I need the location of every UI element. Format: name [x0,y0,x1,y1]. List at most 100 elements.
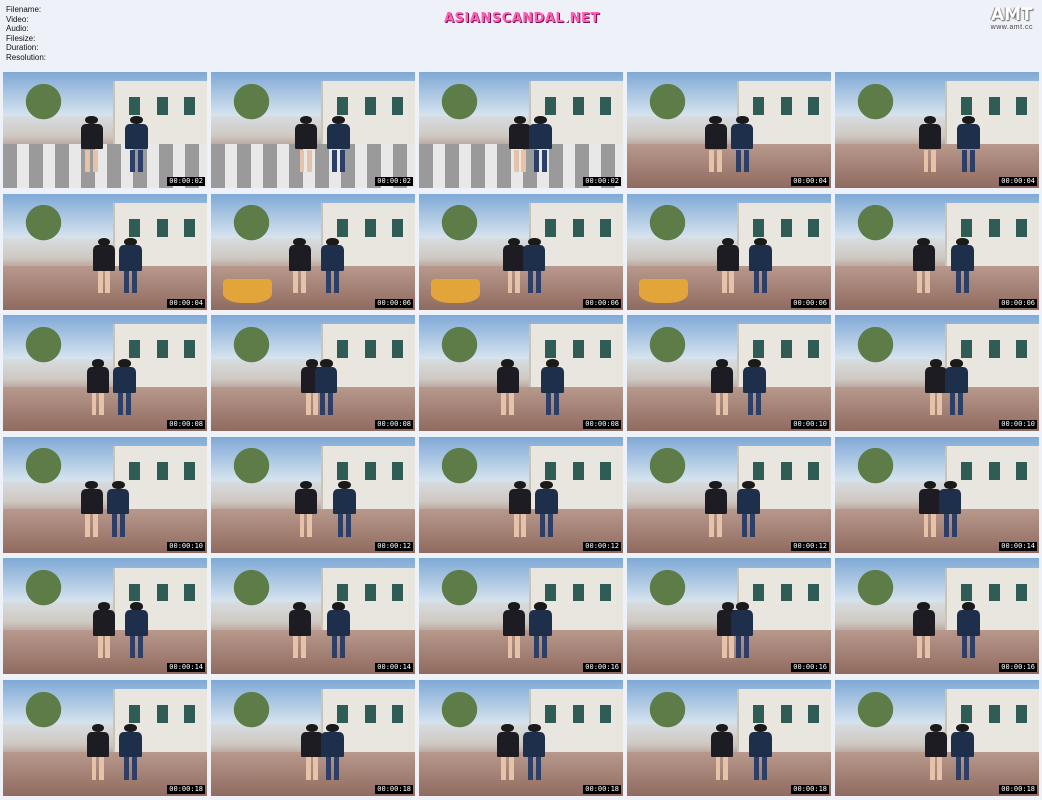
video-thumbnail[interactable]: 00:00:02 [3,72,207,188]
thumbnail-person [957,116,980,172]
timestamp-label: 00:00:06 [583,298,621,308]
resolution-label: Resolution: [6,52,47,62]
thumbnail-person [508,480,532,537]
thumbnail-person [918,480,942,537]
thumbnail-person [951,237,974,294]
video-thumbnail[interactable]: 00:00:18 [627,679,831,796]
timestamp-label: 00:00:10 [999,420,1037,430]
thumbnail-person [704,480,727,537]
thumbnail-person [523,237,546,294]
thumbnail-person [496,359,519,415]
timestamp-label: 00:00:14 [999,541,1037,551]
thumbnail-tree [639,326,697,371]
thumbnail-tree [223,569,281,615]
filesize-label: Filesize: [6,33,36,43]
video-thumbnail[interactable]: 00:00:18 [3,679,207,796]
thumbnail-person [502,602,526,659]
timestamp-label: 00:00:12 [791,541,829,551]
thumbnail-person [288,237,311,294]
video-thumbnail[interactable]: 00:00:10 [3,436,207,553]
video-thumbnail[interactable]: 00:00:16 [627,558,831,675]
thumbnail-tree [15,569,73,615]
thumbnail-person [710,359,734,415]
video-thumbnail[interactable]: 00:00:04 [835,72,1039,188]
thumbnail-grid: 00:00:02 00:00:02 00:00:02 00:00:04 00:00:04… [3,72,1039,796]
video-thumbnail[interactable]: 00:00:08 [419,315,623,432]
thumbnail-person [113,359,136,415]
thumbnail-tree [15,83,73,128]
thumbnail-person [529,602,552,659]
timestamp-label: 00:00:16 [583,663,621,673]
timestamp-label: 00:00:18 [375,784,413,794]
timestamp-label: 00:00:08 [583,420,621,430]
timestamp-label: 00:00:04 [999,177,1037,186]
thumbnail-person [321,724,344,780]
thumbnail-person [294,480,318,537]
video-thumbnail[interactable]: 00:00:18 [419,679,623,796]
file-info-panel: Filename: Video: Audio: Filesize: Durati… [6,5,46,63]
thumbnail-person [80,480,103,537]
thumbnail-tree [639,205,697,250]
video-thumbnail[interactable]: 00:00:14 [3,558,207,675]
video-thumbnail[interactable]: 00:00:14 [835,436,1039,553]
thumbnail-person [327,602,350,659]
thumbnail-person [716,237,740,294]
thumbnail-person [523,724,546,780]
thumbnail-person [333,480,356,537]
thumbnail-planter [639,279,689,303]
video-thumbnail[interactable]: 00:00:14 [211,558,415,675]
thumbnail-tree [223,448,281,493]
video-thumbnail[interactable]: 00:00:06 [419,193,623,310]
thumbnail-planter [431,279,481,303]
timestamp-label: 00:00:10 [791,420,829,430]
filename-label: Filename: [6,5,42,14]
timestamp-label: 00:00:18 [999,784,1037,794]
video-thumbnail[interactable]: 00:00:06 [835,193,1039,310]
video-thumbnail[interactable]: 00:00:02 [211,72,415,188]
video-thumbnail[interactable]: 00:00:18 [211,679,415,796]
video-thumbnail[interactable]: 00:00:18 [835,679,1039,796]
thumbnail-person [924,724,948,780]
video-thumbnail[interactable]: 00:00:04 [627,72,831,188]
video-thumbnail[interactable]: 00:00:12 [419,436,623,553]
thumbnail-person [288,602,311,659]
thumbnail-person [924,359,948,415]
thumbnail-person [731,116,754,172]
thumbnail-person [508,116,532,172]
timestamp-label: 00:00:02 [583,177,621,186]
thumbnail-tree [431,569,489,615]
thumbnail-tree [15,326,73,371]
video-thumbnail[interactable]: 00:00:16 [835,558,1039,675]
thumbnail-tree [431,83,489,128]
video-thumbnail[interactable]: 00:00:16 [419,558,623,675]
thumbnail-tree [223,205,281,250]
video-thumbnail[interactable]: 00:00:06 [211,193,415,310]
video-thumbnail[interactable]: 00:00:02 [419,72,623,188]
thumbnail-person [321,237,344,294]
video-thumbnail[interactable]: 00:00:12 [627,436,831,553]
video-thumbnail[interactable]: 00:00:06 [627,193,831,310]
thumbnail-tree [639,83,697,128]
thumbnail-tree [223,326,281,371]
timestamp-label: 00:00:02 [375,177,413,186]
timestamp-label: 00:00:08 [375,420,413,430]
video-thumbnail[interactable]: 00:00:12 [211,436,415,553]
thumbnail-person [535,480,558,537]
video-thumbnail[interactable]: 00:00:08 [211,315,415,432]
timestamp-label: 00:00:06 [999,298,1037,308]
timestamp-label: 00:00:10 [167,541,205,551]
timestamp-label: 00:00:04 [167,298,205,308]
video-thumbnail[interactable]: 00:00:10 [835,315,1039,432]
thumbnail-person [945,359,968,415]
video-thumbnail[interactable]: 00:00:10 [627,315,831,432]
thumbnail-person [529,116,552,172]
video-thumbnail[interactable]: 00:00:08 [3,315,207,432]
thumbnail-tree [847,448,905,493]
video-thumbnail[interactable]: 00:00:04 [3,193,207,310]
thumbnail-tree [847,691,905,736]
thumbnail-person [119,237,142,294]
thumbnail-tree [847,205,905,250]
timestamp-label: 00:00:06 [375,298,413,308]
thumbnail-tree [847,326,905,371]
thumbnail-person [951,724,974,780]
